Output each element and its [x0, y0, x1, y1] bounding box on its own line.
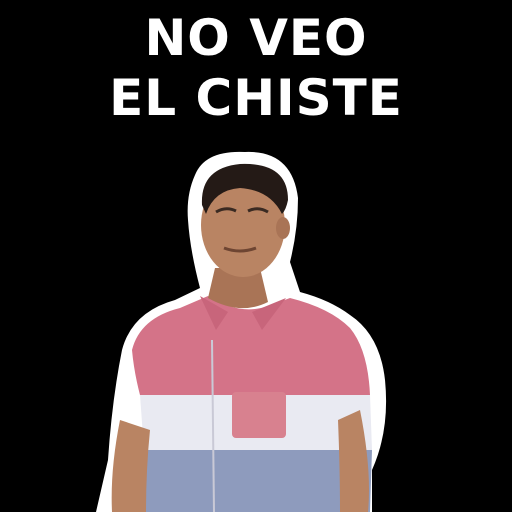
shirt	[132, 296, 372, 512]
person-photo-icon	[96, 151, 387, 512]
meme-sticker: NO VEO EL CHISTE	[0, 0, 512, 512]
